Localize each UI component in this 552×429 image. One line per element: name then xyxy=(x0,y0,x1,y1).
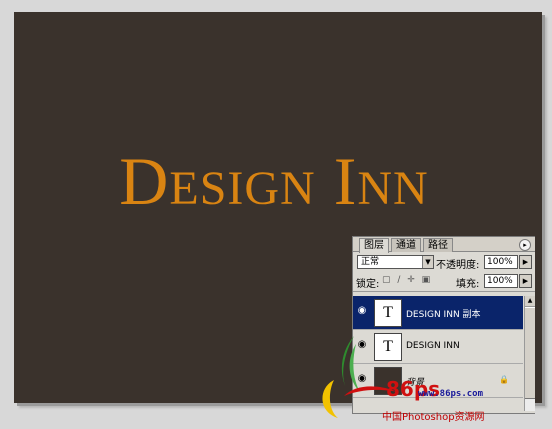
layer-name: DESIGN INN 副本 xyxy=(406,310,481,320)
tab-layers[interactable]: 图层 xyxy=(359,238,389,253)
scroll-up-icon[interactable]: ▲ xyxy=(525,296,535,307)
opacity-input[interactable]: 100% xyxy=(484,255,518,269)
headline-text: Design Inn xyxy=(119,143,429,219)
chevron-down-icon: ▼ xyxy=(422,256,433,268)
watermark-caption: 中国Photoshop资源网 xyxy=(382,412,485,423)
lock-options-icon[interactable]: ▢ ∕ ✛ ▣ xyxy=(382,275,432,285)
eye-icon[interactable]: ◉ xyxy=(355,304,369,318)
watermark: 86ps www.86ps.com 中国Photoshop资源网 xyxy=(316,330,552,425)
blend-mode-value: 正常 xyxy=(361,257,380,267)
panel-tabs: 图层 通道 路径 ▸ xyxy=(353,237,535,253)
tab-channels[interactable]: 通道 xyxy=(391,238,421,252)
tab-paths[interactable]: 路径 xyxy=(423,238,453,252)
lock-row: 锁定: ▢ ∕ ✛ ▣ 填充: 100% ▶ xyxy=(353,271,535,292)
opacity-stepper-icon[interactable]: ▶ xyxy=(519,255,532,269)
layer-thumbnail: T xyxy=(374,299,402,327)
layer-row-copy[interactable]: ◉ T DESIGN INN 副本 xyxy=(353,296,523,330)
panel-menu-icon[interactable]: ▸ xyxy=(519,239,531,251)
fill-input[interactable]: 100% xyxy=(484,274,518,288)
lock-label: 锁定: xyxy=(356,279,380,290)
blend-mode-select[interactable]: 正常 ▼ xyxy=(357,255,434,269)
opacity-label: 不透明度: xyxy=(436,260,480,271)
fill-label: 填充: xyxy=(456,279,480,290)
watermark-url: www.86ps.com xyxy=(418,389,484,399)
blend-row: 正常 ▼ 不透明度: 100% ▶ xyxy=(353,252,535,271)
fill-stepper-icon[interactable]: ▶ xyxy=(519,274,532,288)
